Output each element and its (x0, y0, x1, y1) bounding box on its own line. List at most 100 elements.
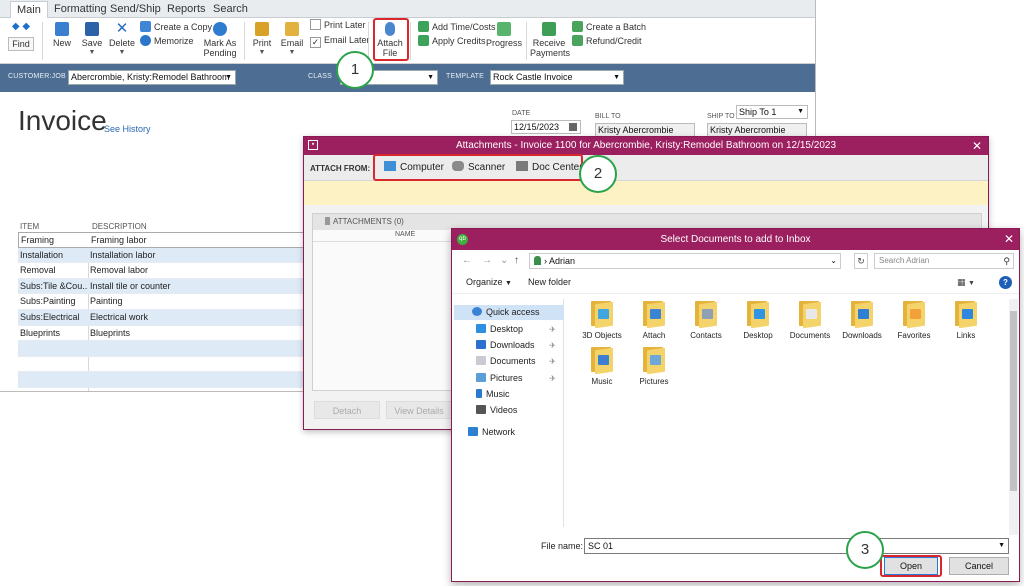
folder-item[interactable]: 3D Objects (576, 299, 628, 340)
table-row[interactable]: Framing Framing labor (18, 232, 304, 248)
mark-as-pending-button[interactable]: Mark As Pending (200, 22, 240, 58)
window-menu-icon[interactable]: ▪ (308, 140, 318, 150)
tab-main[interactable]: Main (10, 1, 48, 18)
close-icon[interactable]: ✕ (1004, 229, 1014, 250)
item-cell[interactable]: Blueprints (20, 326, 88, 341)
attach-from-doc-center-button[interactable]: Doc Center (516, 161, 583, 173)
description-cell[interactable]: Electrical work (90, 310, 300, 325)
close-icon[interactable]: ✕ (972, 137, 982, 155)
refresh-button[interactable]: ↻ (854, 253, 868, 269)
detach-button[interactable]: Detach (314, 401, 380, 419)
folder-item[interactable]: Favorites (888, 299, 940, 340)
scrollbar-thumb[interactable] (1010, 311, 1017, 491)
add-time-costs-button[interactable]: Add Time/Costs (418, 21, 496, 34)
table-row[interactable] (18, 372, 304, 388)
nav-documents[interactable]: Documents ✈ (454, 354, 564, 369)
date-field[interactable]: 12/15/2023 (511, 120, 581, 134)
create-batch-button[interactable]: Create a Batch (572, 21, 646, 34)
description-cell[interactable]: Painting (90, 294, 300, 309)
description-cell[interactable]: Framing labor (91, 233, 301, 248)
help-icon[interactable]: ? (999, 276, 1012, 289)
item-cell[interactable]: Subs:Painting (20, 294, 88, 309)
refund-credit-button[interactable]: Refund/Credit (572, 35, 642, 48)
chevron-down-icon[interactable]: ▼ (998, 539, 1005, 553)
table-row[interactable]: Subs:Electrical Electrical work (18, 309, 304, 326)
email-button[interactable]: Email ▼ (280, 22, 304, 58)
cancel-button[interactable]: Cancel (949, 557, 1009, 575)
calendar-icon[interactable] (569, 123, 577, 131)
back-arrow-icon[interactable]: ← (462, 255, 472, 266)
description-cell[interactable]: Install tile or counter (90, 279, 300, 294)
table-row[interactable]: Subs:Tile &Cou... Install tile or counter (18, 278, 304, 295)
attach-from-computer-button[interactable]: Computer (384, 161, 444, 173)
item-cell[interactable]: Subs:Electrical (20, 310, 88, 325)
attach-file-button[interactable]: Attach File (375, 22, 405, 58)
tab-send-ship[interactable]: Send/Ship (110, 1, 161, 18)
delete-button[interactable]: ✕ Delete ▼ (108, 21, 136, 58)
folder-item[interactable]: Attach (628, 299, 680, 340)
attach-from-scanner-button[interactable]: Scanner (452, 161, 505, 173)
print-later-checkbox[interactable]: Print Later (310, 19, 366, 32)
tab-search[interactable]: Search (213, 1, 248, 18)
print-button[interactable]: Print ▼ (250, 22, 274, 58)
file-name-input[interactable]: SC 01 ▼ (584, 538, 1009, 554)
customer-job-select[interactable]: Abercrombie, Kristy:Remodel Bathroom ▼ (68, 70, 236, 85)
table-row[interactable]: Subs:Painting Painting (18, 294, 304, 310)
nav-pictures[interactable]: Pictures ✈ (454, 371, 564, 386)
table-row[interactable]: Removal Removal labor (18, 263, 304, 279)
ship-to-field[interactable]: Kristy Abercrombie (707, 123, 807, 137)
nav-music[interactable]: Music (454, 387, 564, 402)
vertical-scrollbar[interactable] (1009, 299, 1018, 535)
apply-credits-button[interactable]: Apply Credits (418, 35, 486, 48)
chevron-down-icon[interactable]: ⌄ (830, 254, 837, 268)
forward-arrow-icon[interactable]: → (482, 255, 492, 266)
description-cell[interactable]: Blueprints (90, 326, 300, 341)
template-select[interactable]: Rock Castle Invoice ▼ (490, 70, 624, 85)
table-row[interactable] (18, 357, 304, 373)
up-arrow-icon[interactable]: ↑ (514, 255, 519, 266)
ship-to-select[interactable]: Ship To 1 ▼ (736, 105, 808, 119)
bill-to-field[interactable]: Kristy Abercrombie (595, 123, 695, 137)
progress-button[interactable]: Progress (486, 22, 522, 48)
item-cell[interactable]: Subs:Tile &Cou... (20, 279, 88, 294)
pictures-icon (476, 373, 486, 382)
memorize-button[interactable]: Memorize (140, 35, 194, 48)
receive-payments-button[interactable]: Receive Payments (530, 22, 570, 58)
change-view-button[interactable]: ▦ ▼ (957, 277, 975, 288)
organize-menu[interactable]: Organize ▼ (466, 277, 512, 287)
table-row[interactable]: Installation Installation labor (18, 247, 304, 264)
item-cell[interactable]: Framing (21, 233, 89, 248)
table-row[interactable] (18, 341, 304, 357)
folder-item[interactable]: Downloads (836, 299, 888, 340)
save-button[interactable]: Save ▼ (80, 22, 104, 58)
open-button[interactable]: Open (884, 557, 938, 575)
description-cell[interactable]: Installation labor (90, 248, 300, 263)
folder-item[interactable]: Desktop (732, 299, 784, 340)
tab-reports[interactable]: Reports (167, 1, 206, 18)
view-details-button[interactable]: View Details (386, 401, 452, 419)
tab-formatting[interactable]: Formatting (54, 1, 107, 18)
address-bar[interactable]: › Adrian ⌄ (529, 253, 841, 269)
email-later-checkbox[interactable]: ✓ Email Later (310, 34, 370, 48)
see-history-link[interactable]: See History (104, 124, 151, 134)
new-button[interactable]: New (50, 22, 74, 48)
folder-item[interactable]: Pictures (628, 345, 680, 386)
nav-quick-access[interactable]: Quick access (454, 305, 564, 320)
nav-network[interactable]: Network (454, 425, 564, 440)
item-cell[interactable]: Removal (20, 263, 88, 278)
nav-desktop[interactable]: Desktop ✈ (454, 322, 564, 337)
nav-videos[interactable]: Videos (454, 403, 564, 418)
new-folder-button[interactable]: New folder (528, 277, 571, 287)
nav-downloads[interactable]: Downloads ✈ (454, 338, 564, 353)
table-row[interactable]: Blueprints Blueprints (18, 326, 304, 342)
folder-item[interactable]: Music (576, 345, 628, 386)
description-cell[interactable]: Removal labor (90, 263, 300, 278)
folder-item[interactable]: Links (940, 299, 992, 340)
folder-item[interactable]: Contacts (680, 299, 732, 340)
find-button[interactable]: ◆ ◆ Find (8, 22, 34, 51)
recent-chevron-icon[interactable]: ⌄ (500, 255, 508, 266)
search-input[interactable]: Search Adrian ⚲ (874, 253, 1014, 269)
folder-item[interactable]: Documents (784, 299, 836, 340)
folder-label: Links (956, 331, 976, 340)
item-cell[interactable]: Installation (20, 248, 88, 263)
